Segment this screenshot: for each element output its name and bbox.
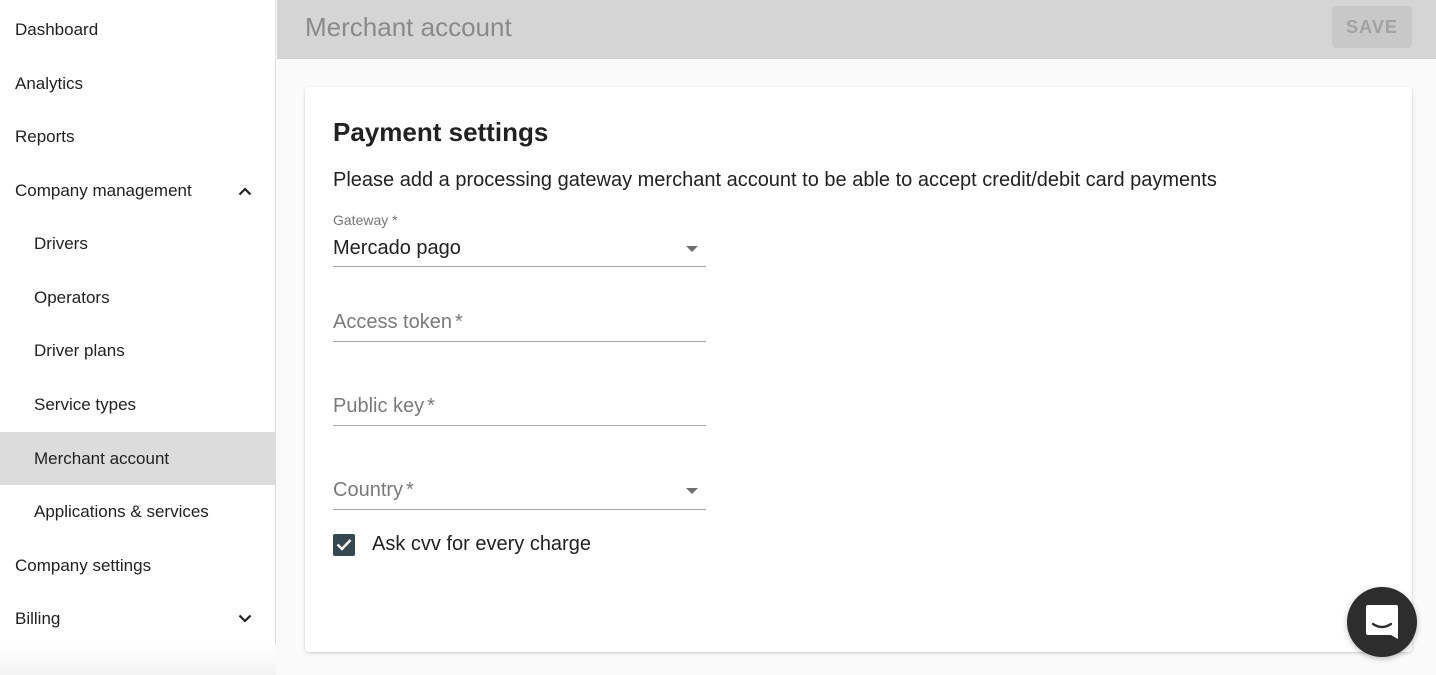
sidebar-item-label: Analytics [15,73,84,93]
required-mark: * [406,479,414,501]
chevron-down-icon[interactable] [238,614,252,624]
gateway-label: Gateway * [333,212,398,228]
sidebar-item-driver-plans[interactable]: Driver plans [0,324,276,377]
topbar: Merchant account SAVE [277,0,1436,59]
sidebar-item-label: Service types [34,394,137,414]
public-key-label: Public key [333,395,425,417]
sidebar-item-service-types[interactable]: Service types [0,378,276,431]
payment-settings-card: Payment settings Please add a processing… [305,87,1412,652]
sidebar: Dashboard Analytics Reports Company mana… [0,0,276,675]
sidebar-item-applications-services[interactable]: Applications & services [0,485,276,538]
page-title: Merchant account [305,12,512,42]
sidebar-item-dashboard[interactable]: Dashboard [0,3,276,56]
card-description: Please add a processing gateway merchant… [333,169,1217,191]
check-icon [336,539,352,551]
sidebar-item-label: Merchant account [34,448,170,468]
ask-cvv-label: Ask cvv for every charge [372,533,591,555]
ask-cvv-checkbox[interactable] [333,533,355,556]
sidebar-item-company-management[interactable]: Company management [0,164,276,217]
caret-down-icon [686,246,698,252]
public-key-placeholder: Public key * [333,395,435,418]
sidebar-item-label: Driver plans [34,340,125,360]
access-token-label: Access token [333,311,452,333]
sidebar-item-merchant-account[interactable]: Merchant account [0,432,276,485]
sidebar-item-label: Company management [15,180,192,200]
sidebar-item-analytics[interactable]: Analytics [0,57,276,110]
sidebar-item-label: Billing [15,608,61,628]
access-token-input[interactable]: Access token * [333,297,706,342]
caret-down-icon [686,488,698,494]
sidebar-item-label: Dashboard [15,19,99,39]
card-title: Payment settings [333,117,549,147]
ask-cvv-checkbox-row[interactable]: Ask cvv for every charge [333,533,591,556]
country-label: Country [333,479,404,501]
sidebar-item-operators[interactable]: Operators [0,271,276,324]
sidebar-item-company-settings[interactable]: Company settings [0,539,276,592]
sidebar-item-billing[interactable]: Billing [0,592,276,645]
access-token-placeholder: Access token * [333,311,463,334]
sidebar-item-label: Reports [15,126,75,146]
country-placeholder: Country * [333,479,414,502]
chat-button[interactable] [1347,587,1417,657]
chat-bubble-icon [1366,605,1398,639]
sidebar-fade [0,645,276,675]
gateway-value: Mercado pago [333,237,461,259]
country-select[interactable]: Country * [333,465,706,510]
sidebar-item-drivers[interactable]: Drivers [0,217,276,270]
required-mark: * [427,395,435,417]
sidebar-item-label: Drivers [34,233,88,253]
sidebar-item-label: Applications & services [34,501,209,521]
sidebar-item-label: Operators [34,287,110,307]
save-button[interactable]: SAVE [1332,6,1412,48]
gateway-select[interactable]: Gateway * Mercado pago [333,209,706,267]
required-mark: * [454,311,463,333]
sidebar-item-label: Company settings [15,555,152,575]
sidebar-item-reports[interactable]: Reports [0,110,276,163]
public-key-input[interactable]: Public key * [333,381,706,426]
chevron-up-icon[interactable] [238,186,252,196]
